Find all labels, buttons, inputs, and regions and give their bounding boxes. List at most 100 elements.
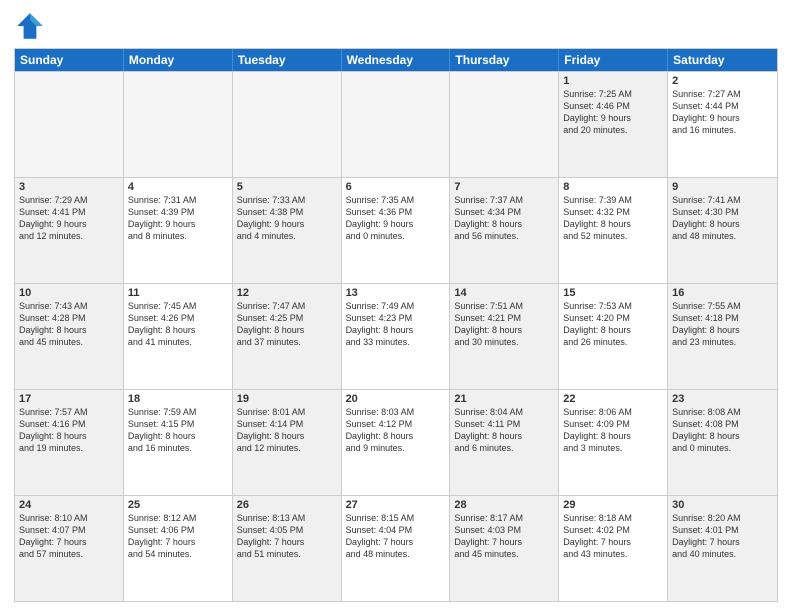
calendar-cell-13: 13Sunrise: 7:49 AMSunset: 4:23 PMDayligh…	[342, 284, 451, 389]
cell-info: Sunrise: 7:39 AMSunset: 4:32 PMDaylight:…	[563, 194, 663, 243]
cell-info: Sunrise: 7:35 AMSunset: 4:36 PMDaylight:…	[346, 194, 446, 243]
day-number: 1	[563, 75, 663, 87]
cell-info: Sunrise: 7:33 AMSunset: 4:38 PMDaylight:…	[237, 194, 337, 243]
day-number: 8	[563, 181, 663, 193]
cell-info: Sunrise: 8:10 AMSunset: 4:07 PMDaylight:…	[19, 512, 119, 561]
cell-info: Sunrise: 7:57 AMSunset: 4:16 PMDaylight:…	[19, 406, 119, 455]
day-number: 24	[19, 499, 119, 511]
day-number: 2	[672, 75, 773, 87]
day-number: 29	[563, 499, 663, 511]
day-number: 16	[672, 287, 773, 299]
cell-info: Sunrise: 7:55 AMSunset: 4:18 PMDaylight:…	[672, 300, 773, 349]
calendar-cell-3: 3Sunrise: 7:29 AMSunset: 4:41 PMDaylight…	[15, 178, 124, 283]
weekday-header-friday: Friday	[559, 49, 668, 71]
calendar-cell-12: 12Sunrise: 7:47 AMSunset: 4:25 PMDayligh…	[233, 284, 342, 389]
cell-info: Sunrise: 8:01 AMSunset: 4:14 PMDaylight:…	[237, 406, 337, 455]
calendar-row-4: 17Sunrise: 7:57 AMSunset: 4:16 PMDayligh…	[15, 389, 777, 495]
calendar-cell-11: 11Sunrise: 7:45 AMSunset: 4:26 PMDayligh…	[124, 284, 233, 389]
weekday-header-wednesday: Wednesday	[342, 49, 451, 71]
day-number: 26	[237, 499, 337, 511]
cell-info: Sunrise: 7:25 AMSunset: 4:46 PMDaylight:…	[563, 88, 663, 137]
calendar-row-2: 3Sunrise: 7:29 AMSunset: 4:41 PMDaylight…	[15, 177, 777, 283]
cell-info: Sunrise: 8:06 AMSunset: 4:09 PMDaylight:…	[563, 406, 663, 455]
calendar-cell-22: 22Sunrise: 8:06 AMSunset: 4:09 PMDayligh…	[559, 390, 668, 495]
calendar-cell-2: 2Sunrise: 7:27 AMSunset: 4:44 PMDaylight…	[668, 72, 777, 177]
cell-info: Sunrise: 7:49 AMSunset: 4:23 PMDaylight:…	[346, 300, 446, 349]
day-number: 17	[19, 393, 119, 405]
calendar-cell-9: 9Sunrise: 7:41 AMSunset: 4:30 PMDaylight…	[668, 178, 777, 283]
calendar-cell-15: 15Sunrise: 7:53 AMSunset: 4:20 PMDayligh…	[559, 284, 668, 389]
calendar-cell-19: 19Sunrise: 8:01 AMSunset: 4:14 PMDayligh…	[233, 390, 342, 495]
cell-info: Sunrise: 8:12 AMSunset: 4:06 PMDaylight:…	[128, 512, 228, 561]
calendar-cell-4: 4Sunrise: 7:31 AMSunset: 4:39 PMDaylight…	[124, 178, 233, 283]
calendar-cell-23: 23Sunrise: 8:08 AMSunset: 4:08 PMDayligh…	[668, 390, 777, 495]
day-number: 7	[454, 181, 554, 193]
calendar-cell-30: 30Sunrise: 8:20 AMSunset: 4:01 PMDayligh…	[668, 496, 777, 601]
day-number: 10	[19, 287, 119, 299]
weekday-header-thursday: Thursday	[450, 49, 559, 71]
day-number: 5	[237, 181, 337, 193]
day-number: 21	[454, 393, 554, 405]
cell-info: Sunrise: 8:13 AMSunset: 4:05 PMDaylight:…	[237, 512, 337, 561]
calendar-cell-21: 21Sunrise: 8:04 AMSunset: 4:11 PMDayligh…	[450, 390, 559, 495]
calendar-cell-29: 29Sunrise: 8:18 AMSunset: 4:02 PMDayligh…	[559, 496, 668, 601]
cell-info: Sunrise: 8:20 AMSunset: 4:01 PMDaylight:…	[672, 512, 773, 561]
calendar: SundayMondayTuesdayWednesdayThursdayFrid…	[14, 48, 778, 602]
day-number: 27	[346, 499, 446, 511]
cell-info: Sunrise: 8:04 AMSunset: 4:11 PMDaylight:…	[454, 406, 554, 455]
cell-info: Sunrise: 7:37 AMSunset: 4:34 PMDaylight:…	[454, 194, 554, 243]
calendar-cell-18: 18Sunrise: 7:59 AMSunset: 4:15 PMDayligh…	[124, 390, 233, 495]
calendar-cell-24: 24Sunrise: 8:10 AMSunset: 4:07 PMDayligh…	[15, 496, 124, 601]
calendar-cell-6: 6Sunrise: 7:35 AMSunset: 4:36 PMDaylight…	[342, 178, 451, 283]
calendar-cell-empty	[342, 72, 451, 177]
logo	[14, 10, 48, 42]
weekday-header-tuesday: Tuesday	[233, 49, 342, 71]
day-number: 25	[128, 499, 228, 511]
day-number: 30	[672, 499, 773, 511]
cell-info: Sunrise: 7:31 AMSunset: 4:39 PMDaylight:…	[128, 194, 228, 243]
header	[14, 10, 778, 42]
day-number: 15	[563, 287, 663, 299]
calendar-cell-27: 27Sunrise: 8:15 AMSunset: 4:04 PMDayligh…	[342, 496, 451, 601]
day-number: 14	[454, 287, 554, 299]
day-number: 23	[672, 393, 773, 405]
calendar-cell-7: 7Sunrise: 7:37 AMSunset: 4:34 PMDaylight…	[450, 178, 559, 283]
day-number: 3	[19, 181, 119, 193]
page: SundayMondayTuesdayWednesdayThursdayFrid…	[0, 0, 792, 612]
cell-info: Sunrise: 7:41 AMSunset: 4:30 PMDaylight:…	[672, 194, 773, 243]
calendar-cell-empty	[124, 72, 233, 177]
day-number: 13	[346, 287, 446, 299]
calendar-body: 1Sunrise: 7:25 AMSunset: 4:46 PMDaylight…	[15, 71, 777, 601]
cell-info: Sunrise: 7:59 AMSunset: 4:15 PMDaylight:…	[128, 406, 228, 455]
calendar-cell-20: 20Sunrise: 8:03 AMSunset: 4:12 PMDayligh…	[342, 390, 451, 495]
day-number: 4	[128, 181, 228, 193]
logo-icon	[14, 10, 46, 42]
calendar-cell-empty	[450, 72, 559, 177]
cell-info: Sunrise: 7:27 AMSunset: 4:44 PMDaylight:…	[672, 88, 773, 137]
calendar-cell-5: 5Sunrise: 7:33 AMSunset: 4:38 PMDaylight…	[233, 178, 342, 283]
calendar-cell-26: 26Sunrise: 8:13 AMSunset: 4:05 PMDayligh…	[233, 496, 342, 601]
calendar-header: SundayMondayTuesdayWednesdayThursdayFrid…	[15, 49, 777, 71]
day-number: 28	[454, 499, 554, 511]
cell-info: Sunrise: 7:53 AMSunset: 4:20 PMDaylight:…	[563, 300, 663, 349]
calendar-cell-empty	[15, 72, 124, 177]
calendar-cell-empty	[233, 72, 342, 177]
weekday-header-monday: Monday	[124, 49, 233, 71]
cell-info: Sunrise: 7:43 AMSunset: 4:28 PMDaylight:…	[19, 300, 119, 349]
day-number: 9	[672, 181, 773, 193]
calendar-row-1: 1Sunrise: 7:25 AMSunset: 4:46 PMDaylight…	[15, 71, 777, 177]
cell-info: Sunrise: 8:15 AMSunset: 4:04 PMDaylight:…	[346, 512, 446, 561]
calendar-cell-10: 10Sunrise: 7:43 AMSunset: 4:28 PMDayligh…	[15, 284, 124, 389]
calendar-cell-28: 28Sunrise: 8:17 AMSunset: 4:03 PMDayligh…	[450, 496, 559, 601]
cell-info: Sunrise: 7:51 AMSunset: 4:21 PMDaylight:…	[454, 300, 554, 349]
calendar-cell-1: 1Sunrise: 7:25 AMSunset: 4:46 PMDaylight…	[559, 72, 668, 177]
day-number: 22	[563, 393, 663, 405]
calendar-row-3: 10Sunrise: 7:43 AMSunset: 4:28 PMDayligh…	[15, 283, 777, 389]
calendar-cell-17: 17Sunrise: 7:57 AMSunset: 4:16 PMDayligh…	[15, 390, 124, 495]
cell-info: Sunrise: 8:08 AMSunset: 4:08 PMDaylight:…	[672, 406, 773, 455]
day-number: 18	[128, 393, 228, 405]
calendar-cell-14: 14Sunrise: 7:51 AMSunset: 4:21 PMDayligh…	[450, 284, 559, 389]
calendar-cell-8: 8Sunrise: 7:39 AMSunset: 4:32 PMDaylight…	[559, 178, 668, 283]
day-number: 19	[237, 393, 337, 405]
cell-info: Sunrise: 8:17 AMSunset: 4:03 PMDaylight:…	[454, 512, 554, 561]
